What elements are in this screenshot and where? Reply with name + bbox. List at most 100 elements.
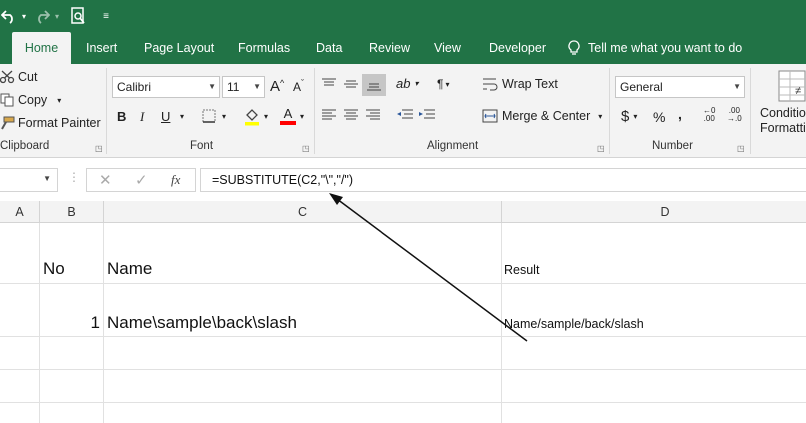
align-center-button[interactable] — [343, 109, 359, 121]
cell-c1[interactable]: Name — [107, 259, 152, 279]
formula-buttons: ✕ ✓ fx — [86, 168, 196, 192]
name-box[interactable]: ▼ — [0, 168, 58, 192]
group-separator — [609, 68, 610, 154]
redo-icon[interactable] — [33, 6, 51, 26]
merge-center-button[interactable]: Merge & Center ▾ — [482, 109, 602, 123]
enter-check-icon[interactable]: ✓ — [135, 171, 148, 189]
align-right-button[interactable] — [365, 109, 381, 121]
fill-color-button[interactable] — [244, 108, 260, 126]
percent-style-button[interactable]: % — [653, 109, 665, 125]
borders-button[interactable] — [202, 109, 216, 123]
conditional-formatting-label-2: Formattin — [760, 121, 806, 135]
undo-dropdown-icon[interactable]: ▾ — [19, 6, 29, 26]
orientation-button[interactable]: ab ▾ — [396, 76, 418, 91]
merge-icon — [482, 109, 498, 123]
copy-button[interactable]: Copy ▾ — [0, 93, 61, 107]
chevron-down-icon: ▼ — [253, 82, 261, 91]
merge-dropdown-icon[interactable]: ▾ — [598, 112, 602, 121]
tab-insert[interactable]: Insert — [74, 32, 129, 64]
font-color-bar — [280, 121, 296, 125]
copy-label: Copy — [18, 93, 48, 107]
align-left-button[interactable] — [321, 109, 337, 121]
tab-data[interactable]: Data — [304, 32, 354, 64]
bottom-align-button[interactable] — [362, 74, 386, 96]
wrap-text-icon — [482, 77, 498, 91]
format-painter-label: Format Painter — [18, 116, 101, 130]
ribbon-tabs: Home Insert Page Layout Formulas Data Re… — [0, 32, 806, 64]
alignment-group-label: Alignment — [427, 140, 479, 152]
tab-formulas[interactable]: Formulas — [226, 32, 302, 64]
increase-font-size-button[interactable]: A ^ — [270, 78, 284, 96]
ribbon: Cut Copy ▾ Format Painter Clipboard ◳ Ca… — [0, 64, 806, 158]
svg-text:≠: ≠ — [795, 85, 801, 97]
tab-developer[interactable]: Developer — [477, 32, 558, 64]
paintbrush-icon — [0, 116, 16, 130]
font-name-select[interactable]: Calibri ▼ — [112, 76, 220, 98]
customize-qat-icon[interactable]: ≡ — [100, 6, 112, 26]
wrap-text-button[interactable]: Wrap Text — [482, 77, 558, 91]
decrease-font-size-button[interactable]: Aˇ — [293, 78, 304, 94]
group-separator — [314, 68, 315, 154]
paragraph-direction-button[interactable]: ¶ ▾ — [437, 77, 449, 91]
gridline — [0, 369, 806, 370]
formula-bar: ▼ ⋮ ✕ ✓ fx =SUBSTITUTE(C2,"\","/") — [0, 166, 806, 194]
decrease-indent-button[interactable] — [396, 109, 414, 121]
tab-home[interactable]: Home — [12, 32, 71, 64]
conditional-formatting-button[interactable]: Conditio Formattin — [760, 106, 806, 136]
undo-icon[interactable] — [0, 6, 18, 26]
chevron-down-icon: ▼ — [208, 82, 216, 91]
font-color-dropdown-icon[interactable]: ▾ — [300, 112, 304, 121]
italic-button[interactable]: I — [140, 109, 144, 125]
tab-view[interactable]: View — [422, 32, 473, 64]
top-align-button[interactable] — [321, 78, 337, 90]
copy-icon — [0, 93, 16, 107]
gridline — [0, 402, 806, 403]
underline-dropdown-icon[interactable]: ▾ — [180, 112, 184, 121]
cancel-icon[interactable]: ✕ — [99, 171, 112, 189]
middle-align-button[interactable] — [343, 78, 359, 90]
tab-page-layout[interactable]: Page Layout — [132, 32, 226, 64]
number-format-select[interactable]: General ▼ — [615, 76, 745, 98]
font-size-select[interactable]: 11 ▼ — [222, 76, 265, 98]
underline-button[interactable]: U — [161, 109, 170, 124]
cell-b2[interactable]: 1 — [43, 313, 100, 333]
decrease-decimal-button[interactable]: .00 →.0 — [727, 107, 742, 123]
cell-c2[interactable]: Name\sample\back\slash — [107, 313, 297, 333]
column-header-b[interactable]: B — [40, 201, 104, 223]
column-header-a[interactable]: A — [0, 201, 40, 223]
formula-bar-grip-icon: ⋮ — [68, 170, 80, 184]
alignment-launcher-icon[interactable]: ◳ — [597, 144, 605, 153]
column-header-c[interactable]: C — [104, 201, 502, 223]
number-launcher-icon[interactable]: ◳ — [737, 144, 745, 153]
format-painter-button[interactable]: Format Painter — [0, 116, 101, 130]
font-launcher-icon[interactable]: ◳ — [302, 144, 310, 153]
conditional-formatting-icon: ≠ — [778, 70, 806, 105]
fill-color-dropdown-icon[interactable]: ▾ — [264, 112, 268, 121]
bold-button[interactable]: B — [117, 109, 126, 124]
borders-dropdown-icon[interactable]: ▾ — [222, 112, 226, 121]
clipboard-launcher-icon[interactable]: ◳ — [95, 144, 103, 153]
font-color-button[interactable]: A — [280, 107, 296, 125]
accounting-format-button[interactable]: $ ▾ — [621, 108, 637, 125]
cut-button[interactable]: Cut — [0, 70, 37, 84]
font-group-label: Font — [190, 140, 214, 152]
increase-indent-button[interactable] — [418, 109, 436, 121]
wrap-text-label: Wrap Text — [502, 77, 558, 91]
tab-review[interactable]: Review — [357, 32, 422, 64]
formula-input[interactable]: =SUBSTITUTE(C2,"\","/") — [200, 168, 806, 192]
increase-decimal-button[interactable]: ←0.00 — [703, 107, 715, 123]
cell-b1[interactable]: No — [43, 259, 65, 279]
comma-style-button[interactable]: , — [678, 106, 682, 122]
column-headers: A B C D — [0, 201, 806, 223]
print-preview-icon[interactable] — [69, 6, 87, 26]
insert-function-icon[interactable]: fx — [171, 172, 180, 188]
column-header-d[interactable]: D — [502, 201, 806, 223]
cell-d2[interactable]: Name/sample/back/slash — [504, 317, 644, 331]
merge-center-label: Merge & Center — [502, 109, 591, 123]
redo-dropdown-icon[interactable]: ▾ — [52, 6, 62, 26]
copy-dropdown-icon[interactable]: ▾ — [57, 96, 61, 105]
cell-d1[interactable]: Result — [504, 263, 539, 277]
tell-me-search[interactable]: Tell me what you want to do — [576, 32, 754, 64]
gridline — [103, 223, 104, 423]
clipboard-group-label: Clipboard — [0, 140, 50, 152]
